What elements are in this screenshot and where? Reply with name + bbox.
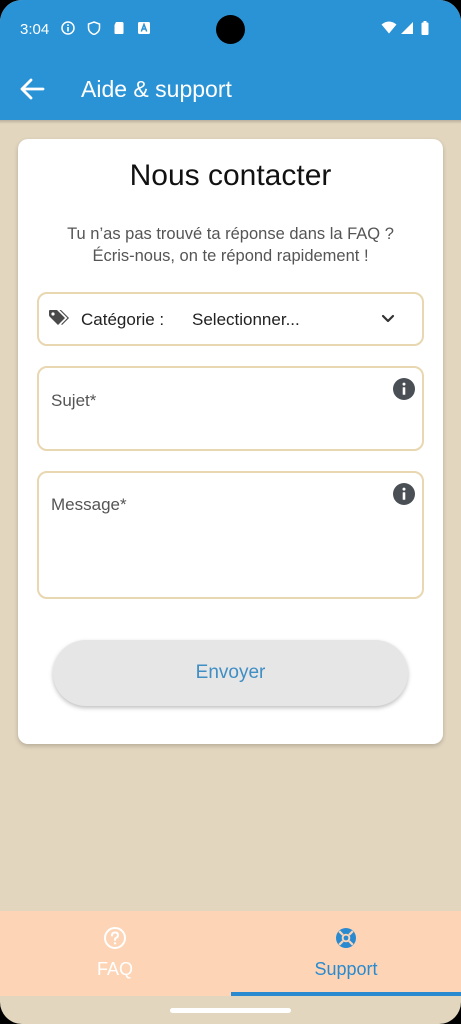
category-label: Catégorie : — [81, 310, 165, 329]
info-status-icon — [61, 21, 75, 35]
lifebuoy-icon — [336, 928, 356, 948]
keyboard-a-status-icon — [138, 22, 150, 34]
subject-field[interactable]: Sujet* — [37, 366, 424, 451]
battery-status-icon — [421, 21, 429, 35]
wifi-status-icon — [381, 21, 397, 34]
card-subtitle: Tu n’as pas trouvé ta réponse dans la FA… — [28, 223, 433, 267]
signal-status-icon — [401, 22, 413, 34]
app-screen: 3:04 Aide & support Nous contacter Tu n’… — [0, 0, 461, 1024]
chevron-down-icon — [381, 314, 395, 323]
card-title: Nous contacter — [129, 159, 332, 192]
message-field[interactable]: Message* — [37, 471, 424, 599]
message-placeholder: Message* — [51, 495, 127, 514]
card-subtitle-line: Écris-nous, on te répond rapidement ! — [92, 247, 369, 265]
tags-icon — [49, 310, 69, 325]
nav-item-support[interactable]: Support — [231, 911, 461, 996]
nav-label-support: Support — [314, 959, 378, 979]
contact-card: Nous contacter Tu n’as pas trouvé ta rép… — [18, 139, 443, 744]
back-arrow-icon[interactable] — [18, 75, 46, 103]
nav-label-faq: FAQ — [96, 959, 133, 979]
gesture-home-bar[interactable] — [170, 1008, 291, 1013]
status-bar: 3:04 — [0, 0, 461, 58]
app-header: 3:04 Aide & support — [0, 0, 461, 120]
page-title: Aide & support — [81, 76, 232, 102]
card-subtitle-line: Tu n’as pas trouvé ta réponse dans la FA… — [67, 225, 394, 243]
status-time: 3:04 — [20, 21, 50, 38]
active-tab-indicator — [231, 992, 461, 996]
camera-cutout — [216, 15, 245, 44]
sim-card-status-icon — [114, 22, 124, 34]
info-icon[interactable] — [393, 483, 415, 505]
subject-placeholder: Sujet* — [51, 391, 97, 410]
info-icon[interactable] — [393, 378, 415, 400]
nav-item-faq[interactable]: FAQ — [0, 911, 230, 996]
send-button[interactable]: Envoyer — [53, 640, 408, 706]
help-circle-icon — [104, 927, 126, 949]
category-selected-value: Selectionner... — [192, 310, 300, 329]
category-dropdown[interactable]: Catégorie : Selectionner... — [37, 292, 424, 346]
shield-status-icon — [87, 21, 101, 35]
bottom-navigation: FAQ Support — [0, 911, 461, 996]
app-bar-shadow — [0, 120, 461, 124]
